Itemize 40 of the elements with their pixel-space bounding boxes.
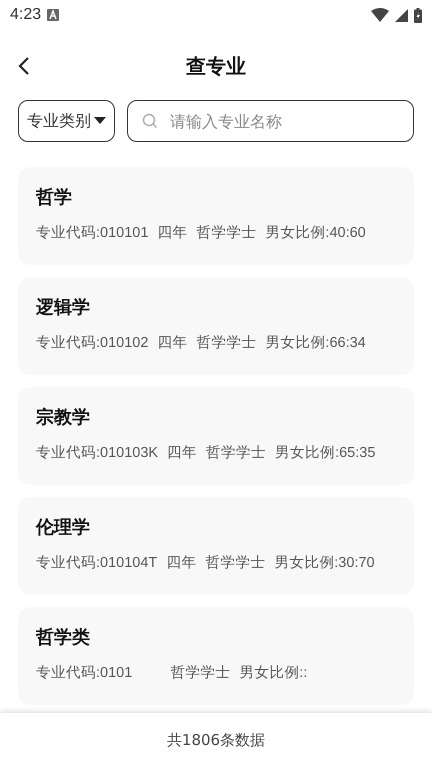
study-duration: 四年 bbox=[157, 334, 188, 352]
wifi-icon bbox=[371, 8, 389, 22]
gender-ratio: 男女比例:66:34 bbox=[265, 334, 366, 352]
category-dropdown[interactable]: 专业类别 bbox=[18, 100, 115, 142]
gender-ratio: 男女比例:40:60 bbox=[265, 224, 366, 242]
major-code: 专业代码:010102 bbox=[36, 334, 148, 352]
search-icon bbox=[142, 113, 158, 129]
degree-type: 哲学学士 bbox=[206, 444, 266, 462]
status-time: 4:23 bbox=[10, 6, 42, 24]
major-name: 逻辑学 bbox=[36, 296, 91, 320]
notification-icon bbox=[47, 9, 60, 21]
study-duration: 四年 bbox=[157, 224, 188, 242]
major-name: 哲学类 bbox=[36, 626, 91, 650]
signal-icon bbox=[395, 8, 408, 22]
degree-type: 哲学学士 bbox=[205, 554, 266, 572]
major-card[interactable]: 哲学类 专业代码:0101 哲学学士 男女比例:: bbox=[18, 607, 414, 705]
degree-type: 哲学学士 bbox=[170, 664, 230, 682]
caret-icon bbox=[94, 117, 106, 125]
study-duration: 四年 bbox=[166, 554, 196, 572]
major-card[interactable]: 宗教学 专业代码:010103K 四年 哲学学士 男女比例:65:35 bbox=[18, 387, 414, 485]
page-title: 查专业 bbox=[186, 52, 246, 80]
major-code: 专业代码:010104T bbox=[36, 554, 158, 572]
major-card[interactable]: 伦理学 专业代码:010104T 四年 哲学学士 男女比例:30:70 bbox=[18, 497, 414, 595]
major-code: 专业代码:010101 bbox=[36, 224, 148, 242]
major-name: 宗教学 bbox=[36, 406, 91, 430]
gender-ratio: 男女比例:65:35 bbox=[275, 444, 376, 462]
battery-icon bbox=[414, 8, 422, 22]
major-card[interactable]: 哲学 专业代码:010101 四年 哲学学士 男女比例:40:60 bbox=[18, 167, 414, 265]
study-duration: 四年 bbox=[167, 444, 198, 462]
major-code: 专业代码:0101 bbox=[36, 664, 132, 682]
major-card[interactable]: 逻辑学 专业代码:010102 四年 哲学学士 男女比例:66:34 bbox=[18, 277, 414, 375]
major-name: 哲学 bbox=[36, 186, 73, 210]
search-field[interactable]: 请输入专业名称 bbox=[127, 100, 414, 142]
gender-ratio: 男女比例:30:70 bbox=[274, 554, 375, 572]
major-code: 专业代码:010103K bbox=[36, 444, 158, 462]
major-name: 伦理学 bbox=[36, 516, 91, 540]
degree-type: 哲学学士 bbox=[196, 224, 256, 242]
degree-type: 哲学学士 bbox=[196, 334, 256, 352]
gender-ratio: 男女比例:: bbox=[239, 664, 308, 682]
record-count: 共1806条数据 bbox=[166, 731, 266, 750]
